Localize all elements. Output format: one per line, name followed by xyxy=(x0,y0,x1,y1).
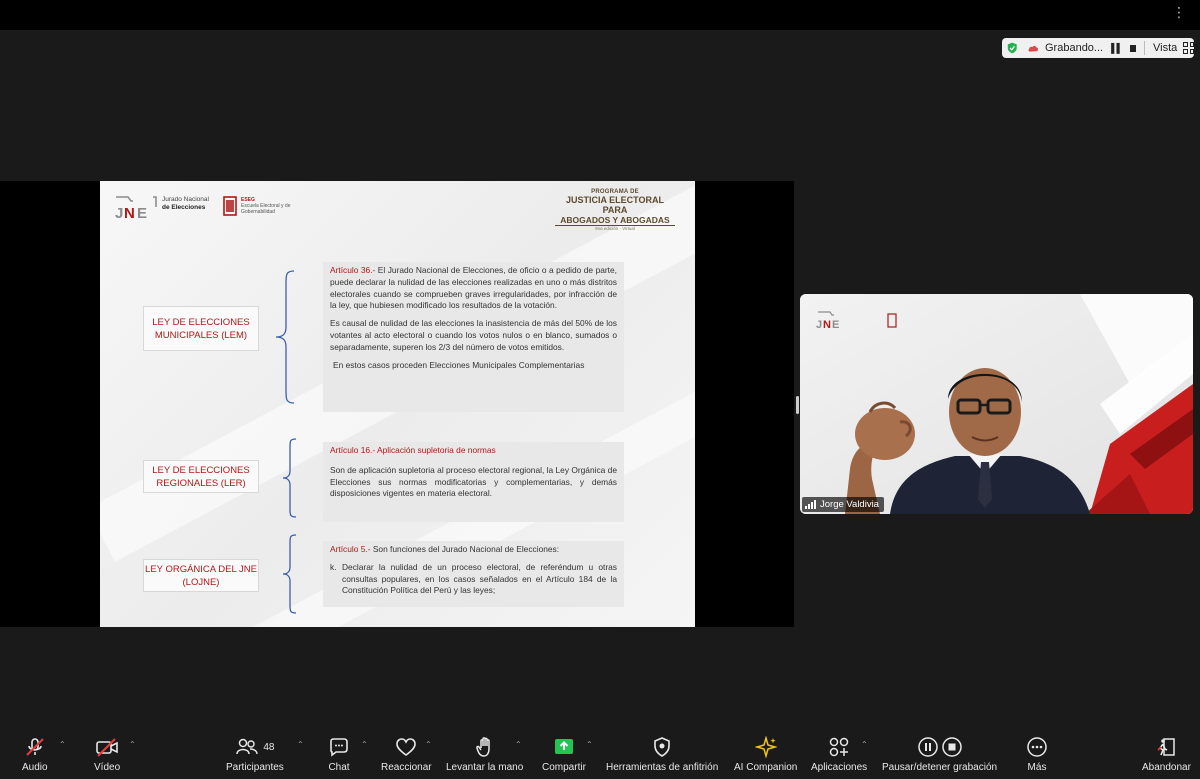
sparkle-icon xyxy=(754,736,777,758)
law-label-lojne: LEY ORGÁNICA DEL JNE (LOJNE) xyxy=(143,559,259,592)
chat-button[interactable]: Chat xyxy=(328,736,350,773)
react-options-chevron-icon[interactable]: ⌃ xyxy=(425,740,432,749)
article-36-box: Artículo 36.- El Jurado Nacional de Elec… xyxy=(323,262,624,412)
raise-hand-options-chevron-icon[interactable]: ⌃ xyxy=(515,740,522,749)
svg-text:J: J xyxy=(115,205,123,221)
more-icon xyxy=(1027,737,1047,757)
eseg-name: ESEG Escuela Electoral y de Gobernabilid… xyxy=(241,197,291,215)
video-options-chevron-icon[interactable]: ⌃ xyxy=(129,740,136,749)
pause-icon xyxy=(917,737,938,757)
participant-video-tile[interactable]: J N E xyxy=(800,294,1193,514)
audio-level-icon xyxy=(805,500,816,509)
eseg-logo-icon xyxy=(223,196,237,216)
more-button[interactable]: Más xyxy=(1026,736,1048,773)
participants-button[interactable]: 48 Participantes xyxy=(226,736,284,773)
share-screen-button[interactable]: Compartir xyxy=(542,736,586,773)
article-title: Artículo 16.- Aplicación supletoria de n… xyxy=(330,445,496,455)
slide-header: J N E Jurado Nacional de Elecciones ESEG… xyxy=(100,181,695,231)
pause-recording-button[interactable]: ▌▌ xyxy=(1111,43,1123,53)
article-text: Son funciones del Jurado Nacional de Ele… xyxy=(370,544,560,554)
participants-options-chevron-icon[interactable]: ⌃ xyxy=(297,740,304,749)
svg-text:N: N xyxy=(823,319,831,331)
shared-slide: J N E Jurado Nacional de Elecciones ESEG… xyxy=(100,181,695,627)
brace-icon xyxy=(282,438,297,518)
apps-button[interactable]: Aplicaciones xyxy=(811,736,867,773)
stop-icon xyxy=(941,737,962,757)
video-button[interactable]: Vídeo xyxy=(94,736,120,773)
mic-muted-icon xyxy=(26,738,44,756)
recording-status: Grabando... xyxy=(1045,42,1104,54)
law-label-ler: LEY DE ELECCIONES REGIONALES (LER) xyxy=(143,460,259,493)
list-letter: k. xyxy=(330,561,337,572)
more-options-icon[interactable]: ⋮ xyxy=(1172,4,1186,21)
shield-icon xyxy=(1007,42,1017,54)
participants-count: 48 xyxy=(263,741,275,753)
brace-icon xyxy=(275,270,295,404)
program-title: PROGRAMA DE JUSTICIA ELECTORAL PARA ABOG… xyxy=(555,189,675,231)
share-options-chevron-icon[interactable]: ⌃ xyxy=(586,740,593,749)
article-text: Declarar la nulidad de un proceso electo… xyxy=(342,561,617,596)
article-text: Son de aplicación supletoria al proceso … xyxy=(330,464,617,499)
jne-logo-icon: J N E xyxy=(115,196,157,221)
share-screen-icon xyxy=(554,739,573,754)
stop-recording-button[interactable] xyxy=(1129,44,1137,52)
heart-icon xyxy=(396,738,417,756)
svg-text:N: N xyxy=(124,205,135,221)
host-tools-button[interactable]: Herramientas de anfitrión xyxy=(606,736,718,773)
jne-name: Jurado Nacional de Elecciones xyxy=(162,196,209,211)
svg-text:E: E xyxy=(832,319,839,331)
article-text: Es causal de nulidad de las elecciones l… xyxy=(330,318,617,352)
view-button[interactable]: Vista xyxy=(1153,42,1177,54)
leave-icon xyxy=(1157,738,1176,756)
leave-button[interactable]: Abandonar xyxy=(1142,736,1191,773)
article-5-box: Artículo 5.- Son funciones del Jurado Na… xyxy=(323,541,624,607)
pause-stop-recording-button[interactable]: Pausar/detener grabación xyxy=(882,736,997,773)
article-16-box: Artículo 16.- Aplicación supletoria de n… xyxy=(323,442,624,522)
recording-indicator: Grabando... ▌▌ Vista xyxy=(1002,38,1194,58)
svg-text:E: E xyxy=(137,205,147,221)
chat-icon xyxy=(330,738,348,757)
article-text: En estos casos proceden Elecciones Munic… xyxy=(333,359,585,370)
window-titlebar: ⋮ xyxy=(0,0,1200,30)
chat-options-chevron-icon[interactable]: ⌃ xyxy=(361,740,368,749)
meeting-toolbar xyxy=(0,720,1200,779)
react-button[interactable]: Reaccionar xyxy=(381,736,432,773)
resize-handle[interactable] xyxy=(796,396,799,414)
participants-icon xyxy=(236,738,259,755)
article-title: Artículo 36.- xyxy=(330,265,376,275)
video-muted-icon xyxy=(96,738,118,757)
shield-icon xyxy=(654,737,670,757)
apps-options-chevron-icon[interactable]: ⌃ xyxy=(861,740,868,749)
svg-text:J: J xyxy=(816,319,822,331)
participant-name: Jorge Valdivia xyxy=(820,499,879,510)
participant-video: J N E xyxy=(800,294,1193,514)
divider xyxy=(1144,41,1145,55)
audio-options-chevron-icon[interactable]: ⌃ xyxy=(59,740,66,749)
article-title: Artículo 5.- xyxy=(330,544,371,554)
hand-icon xyxy=(475,737,490,757)
raise-hand-button[interactable]: Levantar la mano xyxy=(446,736,523,773)
brace-icon xyxy=(282,534,297,614)
participant-name-tag: Jorge Valdivia xyxy=(802,497,884,512)
grid-view-icon[interactable] xyxy=(1183,42,1194,54)
ai-companion-button[interactable]: AI Companion xyxy=(734,736,797,773)
apps-icon xyxy=(829,737,849,757)
law-label-lem: LEY DE ELECCIONES MUNICIPALES (LEM) xyxy=(143,306,259,351)
audio-button[interactable]: Audio xyxy=(22,736,48,773)
cloud-record-icon xyxy=(1027,45,1038,52)
